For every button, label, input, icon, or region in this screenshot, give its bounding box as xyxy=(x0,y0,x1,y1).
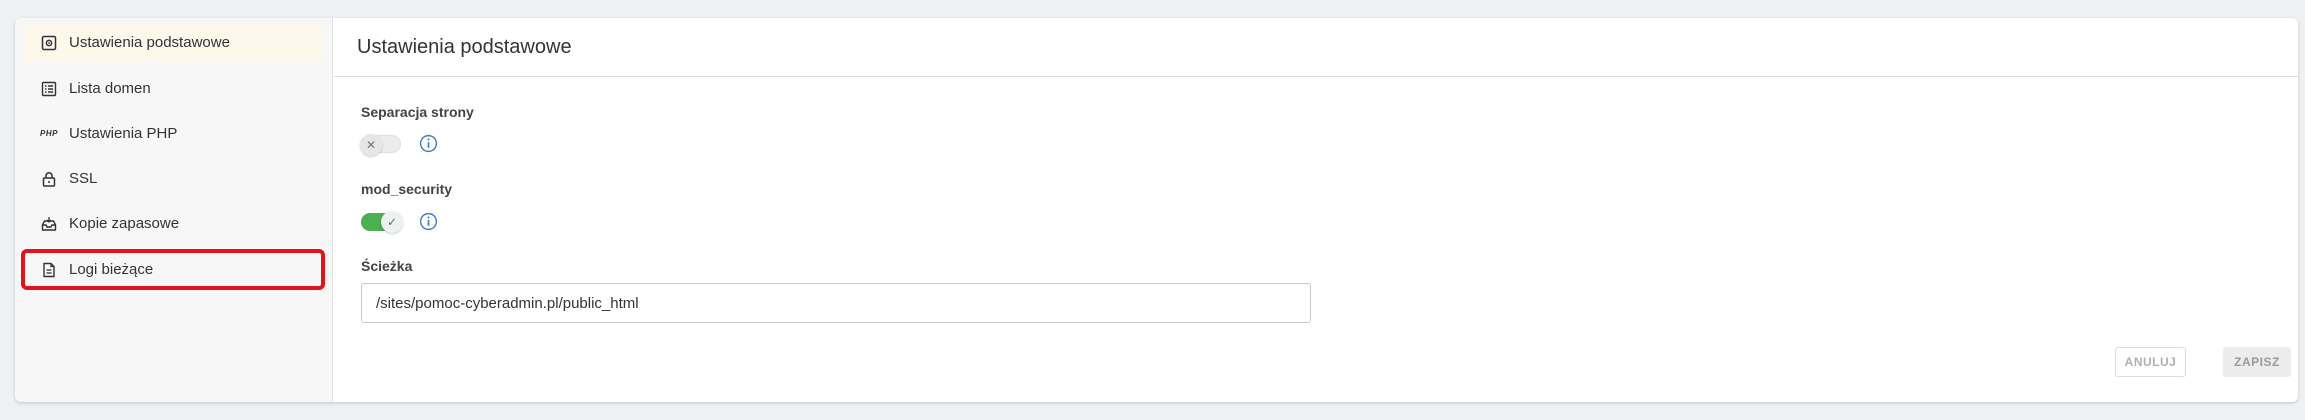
sidebar: Ustawienia podstawowe Lista domen PHP Us… xyxy=(15,18,333,402)
save-button[interactable]: ZAPISZ xyxy=(2223,347,2291,377)
info-icon[interactable] xyxy=(419,212,438,231)
mod-security-label: mod_security xyxy=(361,181,453,197)
sidebar-item-php-settings[interactable]: PHP Ustawienia PHP xyxy=(23,115,323,152)
sidebar-item-backups[interactable]: Kopie zapasowe xyxy=(23,205,323,242)
page-separation-row: ✕ xyxy=(360,133,438,156)
page-header: Ustawienia podstawowe xyxy=(334,18,2298,77)
php-icon: PHP xyxy=(40,129,58,138)
sidebar-item-label: Ustawienia PHP xyxy=(69,125,178,142)
sidebar-item-domain-list[interactable]: Lista domen xyxy=(23,70,323,107)
check-icon: ✓ xyxy=(381,210,403,233)
document-icon xyxy=(41,262,57,278)
list-icon xyxy=(41,81,57,97)
backup-inbox-icon xyxy=(41,216,57,232)
page-separation-label: Separacja strony xyxy=(361,104,474,120)
mod-security-row: ✓ xyxy=(361,210,438,233)
settings-card: Ustawienia podstawowe Lista domen PHP Us… xyxy=(15,18,2298,402)
sidebar-item-label: Lista domen xyxy=(69,80,151,97)
sidebar-item-label: Ustawienia podstawowe xyxy=(69,34,230,51)
x-icon: ✕ xyxy=(360,133,382,156)
sidebar-item-label: Logi bieżące xyxy=(69,261,154,278)
cancel-button[interactable]: ANULUJ xyxy=(2115,347,2186,377)
page-title: Ustawienia podstawowe xyxy=(357,35,572,58)
page-separation-toggle[interactable]: ✕ xyxy=(360,133,401,156)
sidebar-item-current-logs[interactable]: Logi bieżące xyxy=(21,249,325,290)
sidebar-item-basic-settings[interactable]: Ustawienia podstawowe xyxy=(23,24,323,61)
sidebar-item-ssl[interactable]: SSL xyxy=(23,160,323,197)
path-input[interactable] xyxy=(361,283,1311,323)
path-label: Ścieżka xyxy=(361,258,413,274)
main-panel: Ustawienia podstawowe Separacja strony ✕… xyxy=(334,18,2298,402)
lock-icon xyxy=(41,171,57,187)
mod-security-toggle[interactable]: ✓ xyxy=(361,210,403,233)
info-icon[interactable] xyxy=(419,134,438,153)
sidebar-item-label: Kopie zapasowe xyxy=(69,215,180,232)
gear-icon xyxy=(41,35,57,51)
sidebar-item-label: SSL xyxy=(69,170,98,187)
